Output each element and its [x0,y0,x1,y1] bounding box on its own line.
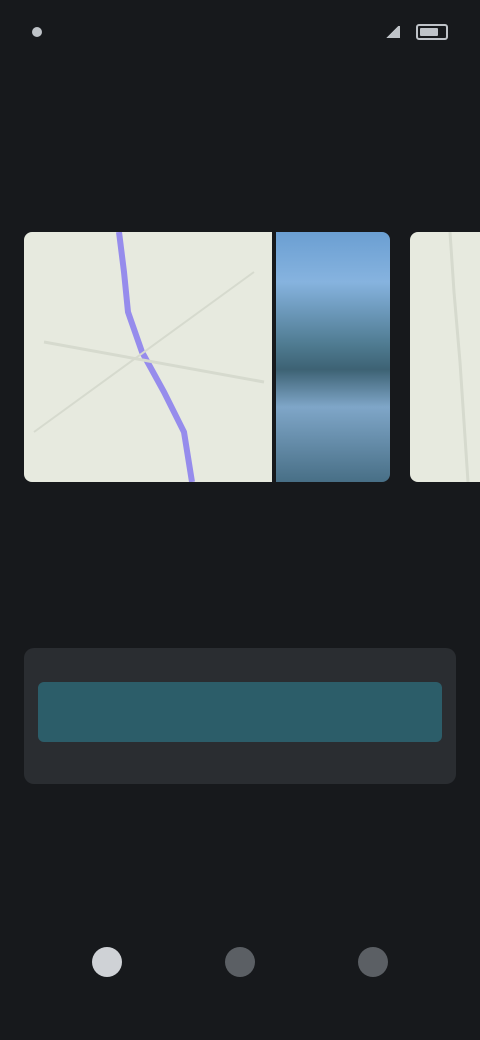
explore-icon [224,947,255,977]
section-header [24,140,480,184]
route-map-thumbnail [24,232,272,482]
nav-item-explore[interactable] [200,925,280,1005]
nav-item-home[interactable] [67,925,147,1005]
nav-item-profile[interactable] [333,925,413,1005]
signal-icon [384,26,400,38]
battery-icon [416,24,448,40]
status-left [32,27,52,37]
activity-photo-thumbnail [276,232,390,482]
card-thumbnail [410,232,480,482]
profile-icon [358,947,389,977]
route-map-thumbnail [410,232,480,482]
status-bar [0,0,480,64]
home-icon [91,947,122,977]
activity-card[interactable] [24,232,390,562]
promo-banner [24,648,456,784]
activity-carousel[interactable] [0,232,480,572]
route-line [448,232,470,482]
activity-card[interactable] [410,232,480,562]
route-line [33,232,265,482]
notification-icon [32,27,42,37]
banner-action-button[interactable] [38,682,442,742]
bottom-navigation [0,920,480,1010]
card-thumbnail [24,232,390,482]
status-right [384,24,448,40]
